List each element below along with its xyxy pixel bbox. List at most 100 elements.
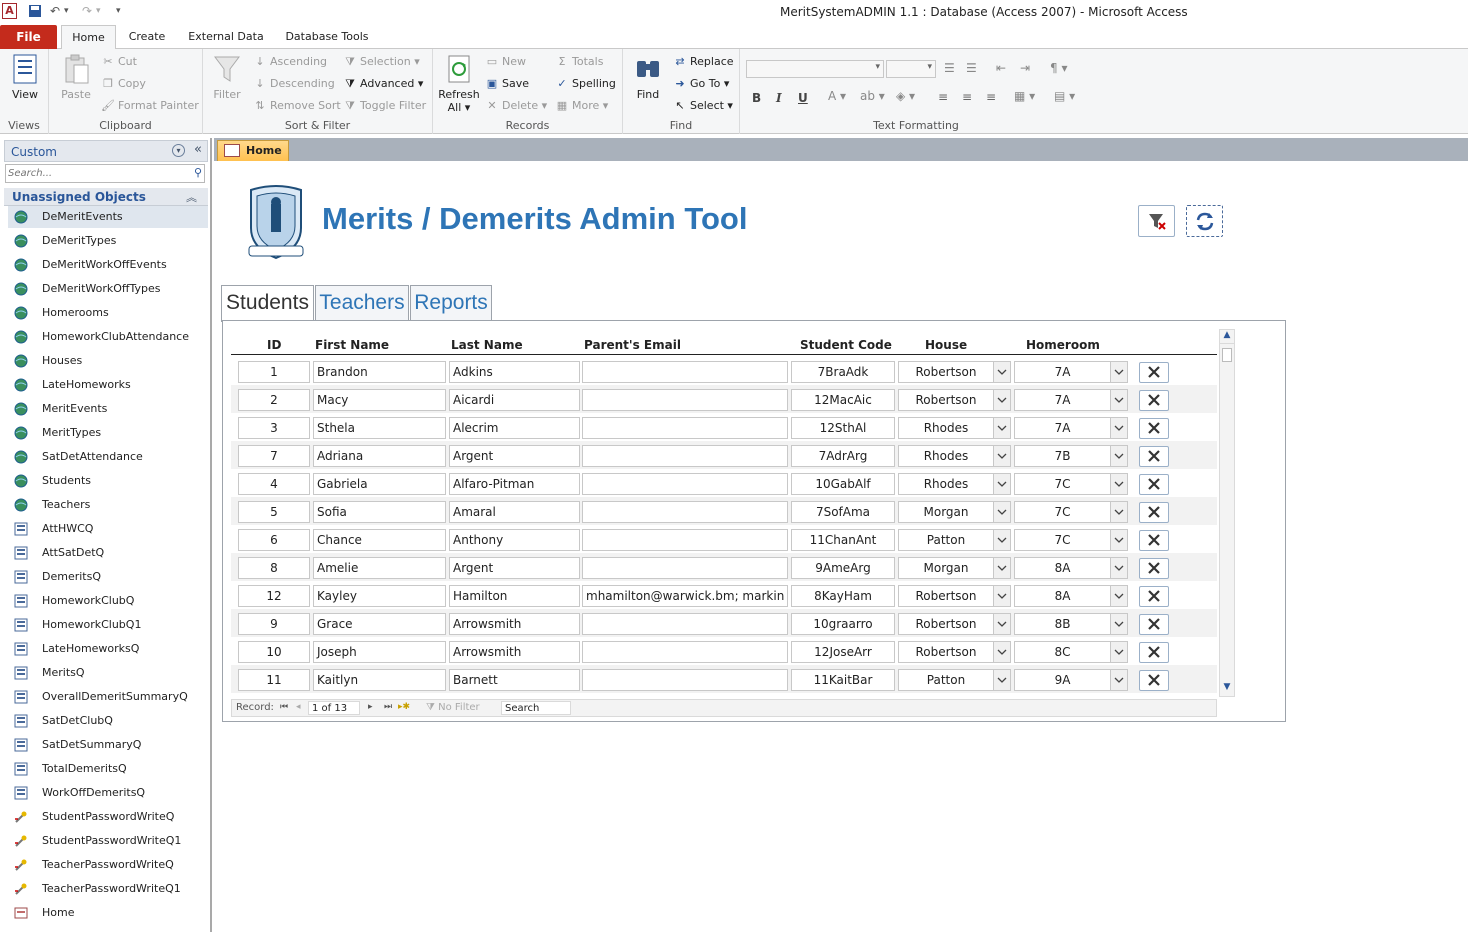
selection-button[interactable]: ⧩ Selection ▾ [343, 55, 420, 68]
house-combo[interactable]: Robertson [898, 641, 1011, 663]
tab-home[interactable]: Home [61, 25, 116, 50]
house-combo[interactable]: Morgan [898, 557, 1011, 579]
house-combo[interactable]: Robertson [898, 361, 1011, 383]
nav-item-attsatdetq[interactable]: AttSatDetQ [8, 542, 208, 564]
align-center-icon[interactable]: ≡ [962, 90, 972, 104]
nav-item-homeworkclubattendance[interactable]: HomeworkClubAttendance [8, 326, 208, 348]
font-color-icon[interactable]: A ▾ [828, 89, 846, 103]
paste-button[interactable]: Paste [57, 53, 95, 101]
parents-email-field[interactable] [582, 613, 788, 635]
delete-row-button[interactable] [1139, 446, 1169, 467]
chevron-down-icon[interactable] [993, 586, 1010, 606]
nav-item-latehomeworksq[interactable]: LateHomeworksQ [8, 638, 208, 660]
homeroom-combo[interactable]: 8C [1014, 641, 1128, 663]
scroll-down-arrow-icon[interactable]: ▼ [1220, 682, 1234, 696]
student-code-field[interactable]: 10graarro [791, 613, 895, 635]
delete-row-button[interactable] [1139, 530, 1169, 551]
last-name-field[interactable]: Arrowsmith [449, 613, 580, 635]
student-code-field[interactable]: 8KayHam [791, 585, 895, 607]
vertical-scrollbar[interactable]: ▲ ▼ [1219, 329, 1235, 697]
id-field[interactable]: 12 [238, 585, 310, 607]
new-record-button[interactable]: ▭ New [485, 55, 526, 68]
student-code-field[interactable]: 12SthAl [791, 417, 895, 439]
tab-external-data[interactable]: External Data [182, 25, 270, 49]
paragraph-icon[interactable]: ¶ ▾ [1050, 61, 1067, 75]
homeroom-combo[interactable]: 7A [1014, 389, 1128, 411]
next-record-icon[interactable]: ▸ [368, 702, 373, 712]
first-name-field[interactable]: Adriana [313, 445, 446, 467]
nav-item-latehomeworks[interactable]: LateHomeworks [8, 374, 208, 396]
parents-email-field[interactable] [582, 641, 788, 663]
nav-item-atthwcq[interactable]: AttHWCQ [8, 518, 208, 540]
bullets-icon[interactable]: ☰ [944, 61, 955, 75]
more-button[interactable]: ▦ More ▾ [555, 99, 609, 112]
nav-item-studentpasswordwriteq[interactable]: StudentPasswordWriteQ [8, 806, 208, 828]
house-combo[interactable]: Patton [898, 529, 1011, 551]
last-name-field[interactable]: Anthony [449, 529, 580, 551]
align-right-icon[interactable]: ≡ [986, 90, 996, 104]
find-button[interactable]: Find [629, 53, 667, 101]
gridlines-icon[interactable]: ▦ ▾ [1014, 89, 1035, 103]
nav-item-studentpasswordwriteq1[interactable]: StudentPasswordWriteQ1 [8, 830, 208, 852]
student-code-field[interactable]: 7SofAma [791, 501, 895, 523]
first-name-field[interactable]: Macy [313, 389, 446, 411]
tab-teachers[interactable]: Teachers [315, 285, 409, 321]
nav-menu-chevron-icon[interactable]: ▾ [172, 144, 185, 157]
homeroom-combo[interactable]: 7C [1014, 473, 1128, 495]
chevron-down-icon[interactable] [1110, 418, 1127, 438]
delete-record-button[interactable]: ✕ Delete ▾ [485, 99, 547, 112]
nav-item-meritsq[interactable]: MeritsQ [8, 662, 208, 684]
chevron-down-icon[interactable] [993, 558, 1010, 578]
chevron-down-icon[interactable] [1110, 362, 1127, 382]
chevron-down-icon[interactable] [1110, 614, 1127, 634]
last-record-icon[interactable]: ⏭ [384, 702, 392, 712]
delete-row-button[interactable] [1139, 642, 1169, 663]
delete-row-button[interactable] [1139, 390, 1169, 411]
id-field[interactable]: 3 [238, 417, 310, 439]
previous-record-icon[interactable]: ◂ [296, 702, 301, 712]
first-name-field[interactable]: Kayley [313, 585, 446, 607]
id-field[interactable]: 5 [238, 501, 310, 523]
refresh-form-button[interactable] [1186, 205, 1223, 237]
customize-qat-icon[interactable]: ▾ [116, 6, 121, 16]
font-size-select[interactable]: ▾ [886, 60, 936, 78]
chevron-down-icon[interactable] [1110, 446, 1127, 466]
house-combo[interactable]: Robertson [898, 389, 1011, 411]
last-name-field[interactable]: Amaral [449, 501, 580, 523]
view-button[interactable]: View [6, 53, 44, 101]
highlight-icon[interactable]: ab ▾ [860, 89, 885, 103]
nav-search-box[interactable]: ⚲ [5, 164, 205, 183]
first-name-field[interactable]: Sthela [313, 417, 446, 439]
nav-item-demeritworkofftypes[interactable]: DeMeritWorkOffTypes [8, 278, 208, 300]
record-search-input[interactable]: Search [501, 701, 571, 715]
tab-create[interactable]: Create [122, 25, 172, 49]
italic-button[interactable]: I [776, 91, 782, 105]
decrease-indent-icon[interactable]: ⇤ [996, 61, 1006, 75]
nav-item-demeritworkoffevents[interactable]: DeMeritWorkOffEvents [8, 254, 208, 276]
chevron-down-icon[interactable] [993, 390, 1010, 410]
id-field[interactable]: 9 [238, 613, 310, 635]
chevron-down-icon[interactable] [993, 362, 1010, 382]
access-app-icon[interactable]: A [2, 3, 17, 19]
redo-icon[interactable]: ↷ [82, 4, 92, 18]
descending-button[interactable]: ↓ Descending [253, 77, 334, 90]
nav-item-home[interactable]: Home [8, 902, 208, 924]
tab-students[interactable]: Students [221, 285, 314, 322]
id-field[interactable]: 8 [238, 557, 310, 579]
delete-row-button[interactable] [1139, 502, 1169, 523]
shutter-bar-close-icon[interactable]: « [194, 142, 202, 157]
nav-item-workoffdemeritsq[interactable]: WorkOffDemeritsQ [8, 782, 208, 804]
house-combo[interactable]: Robertson [898, 585, 1011, 607]
document-tab-home[interactable]: Home [217, 140, 289, 161]
toggle-filter-button[interactable]: ⧩ Toggle Filter [343, 99, 426, 112]
chevron-down-icon[interactable] [993, 614, 1010, 634]
numbering-icon[interactable]: ☰ [966, 61, 977, 75]
last-name-field[interactable]: Barnett [449, 669, 580, 691]
nav-item-demeritsq[interactable]: DemeritsQ [8, 566, 208, 588]
nav-item-satdetsummaryq[interactable]: SatDetSummaryQ [8, 734, 208, 756]
underline-button[interactable]: U [798, 91, 808, 105]
id-field[interactable]: 2 [238, 389, 310, 411]
increase-indent-icon[interactable]: ⇥ [1020, 61, 1030, 75]
delete-row-button[interactable] [1139, 670, 1169, 691]
totals-button[interactable]: Σ Totals [555, 55, 604, 68]
